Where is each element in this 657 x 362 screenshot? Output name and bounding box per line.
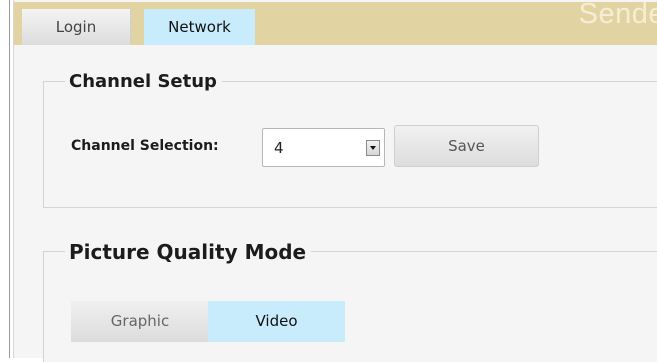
tab-login[interactable]: Login [22,9,131,45]
brand-title: Sende [578,0,657,30]
channel-select[interactable]: 4 [262,128,385,167]
app-panel: Login Network Sende Channel Setup Channe… [14,0,657,362]
picture-quality-heading: Picture Quality Mode [65,240,312,264]
mode-video-button[interactable]: Video [208,301,345,342]
tab-bar: Login Network Sende [14,0,657,45]
mode-graphic-button[interactable]: Graphic [71,301,210,342]
channel-setup-heading: Channel Setup [65,71,222,93]
channel-selection-label: Channel Selection: [71,138,219,154]
chevron-down-icon[interactable] [366,140,380,156]
channel-select-value: 4 [274,139,284,157]
tab-network[interactable]: Network [144,9,255,45]
window-left-border [9,0,10,358]
save-button[interactable]: Save [394,125,539,167]
